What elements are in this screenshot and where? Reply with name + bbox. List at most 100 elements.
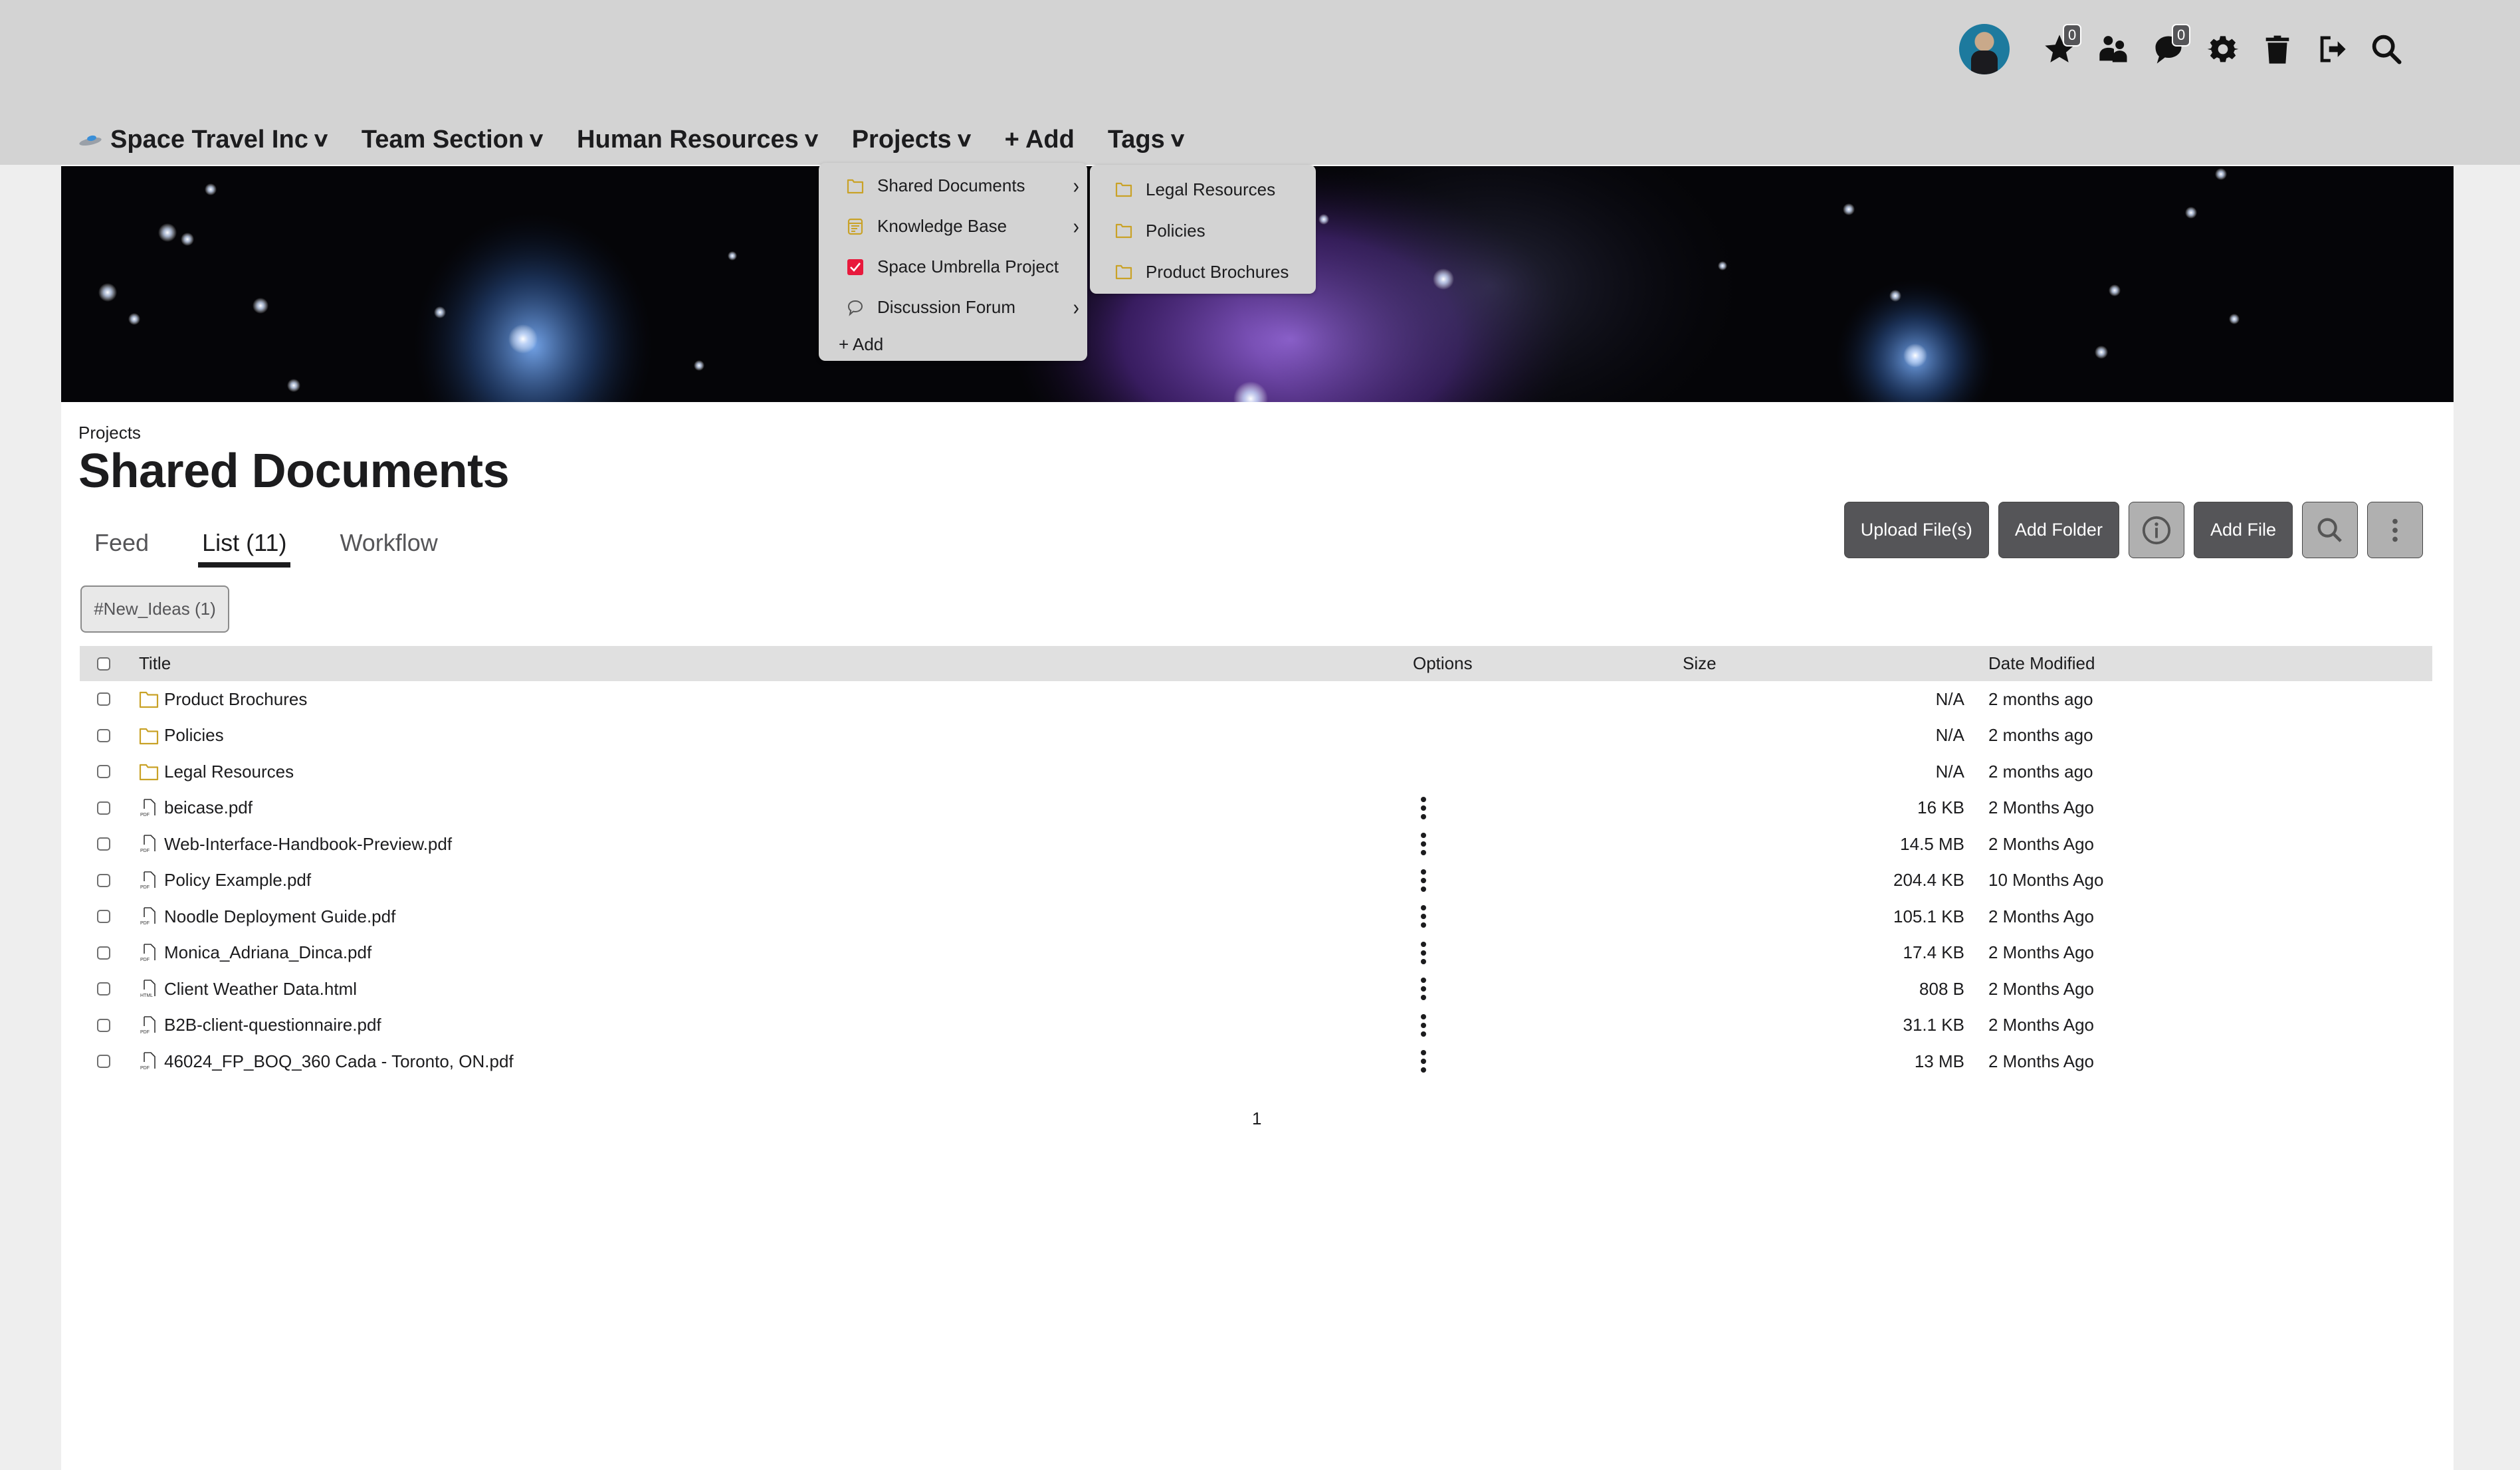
- user-toolbar: 0 0: [1959, 24, 2414, 74]
- table-row[interactable]: Policies N/A 2 months ago: [80, 718, 2432, 754]
- row-title[interactable]: 46024_FP_BOQ_360 Cada - Toronto, ON.pdf: [164, 1051, 514, 1072]
- row-checkbox[interactable]: [97, 692, 110, 706]
- menu-item-space-umbrella-project[interactable]: Space Umbrella Project: [819, 247, 1087, 287]
- row-size: N/A: [1935, 725, 1964, 746]
- upload-files-button[interactable]: Upload File(s): [1843, 502, 1989, 558]
- table-row[interactable]: PDF Web-Interface-Handbook-Preview.pdf 14.…: [80, 826, 2432, 863]
- menu-item-discussion-forum[interactable]: Discussion Forum ›: [819, 287, 1087, 328]
- row-title[interactable]: Client Weather Data.html: [164, 979, 357, 999]
- nav-space-travel-inc[interactable]: Space Travel Inc ∨: [78, 125, 330, 154]
- row-title-cell[interactable]: PDF Monica_Adriana_Dinca.pdf: [139, 942, 371, 963]
- row-title[interactable]: Web-Interface-Handbook-Preview.pdf: [164, 834, 452, 855]
- row-title[interactable]: Policy Example.pdf: [164, 870, 311, 891]
- menu-item-add[interactable]: + Add: [819, 328, 1087, 361]
- table-row[interactable]: HTML Client Weather Data.html 808 B 2 Month…: [80, 971, 2432, 1007]
- row-title-cell[interactable]: PDF B2B-client-questionnaire.pdf: [139, 1015, 381, 1035]
- row-options-kebab-icon[interactable]: [1419, 869, 1427, 892]
- row-title-cell[interactable]: Policies: [139, 725, 224, 746]
- column-header-date-modified[interactable]: Date Modified: [1988, 653, 2095, 674]
- search-documents-button[interactable]: [2302, 502, 2358, 558]
- submenu-item-label: Policies: [1146, 220, 1206, 241]
- row-title[interactable]: beicase.pdf: [164, 797, 253, 818]
- row-title[interactable]: Product Brochures: [164, 689, 307, 710]
- row-title-cell[interactable]: Legal Resources: [139, 762, 294, 782]
- row-title-cell[interactable]: PDF Policy Example.pdf: [139, 870, 311, 891]
- row-title[interactable]: B2B-client-questionnaire.pdf: [164, 1015, 381, 1035]
- breadcrumb[interactable]: Projects: [78, 423, 141, 443]
- row-title[interactable]: Policies: [164, 725, 224, 746]
- menu-item-shared-documents[interactable]: Shared Documents ›: [819, 165, 1087, 206]
- row-options-kebab-icon[interactable]: [1419, 905, 1427, 928]
- folder-icon: [139, 689, 159, 709]
- tab-workflow[interactable]: Workflow: [340, 529, 437, 564]
- nav-team-section[interactable]: Team Section ∨: [362, 126, 546, 154]
- pagination-page[interactable]: 1: [1252, 1108, 1261, 1129]
- row-title-cell[interactable]: Product Brochures: [139, 689, 307, 710]
- row-options-kebab-icon[interactable]: [1419, 941, 1427, 964]
- table-row[interactable]: PDF 46024_FP_BOQ_360 Cada - Toronto, ON.p…: [80, 1043, 2432, 1080]
- row-title[interactable]: Monica_Adriana_Dinca.pdf: [164, 942, 371, 963]
- row-options-kebab-icon[interactable]: [1419, 1050, 1427, 1073]
- messages-button[interactable]: 0: [2141, 24, 2196, 74]
- menu-item-knowledge-base[interactable]: Knowledge Base ›: [819, 206, 1087, 247]
- trash-icon: [2265, 35, 2289, 64]
- submenu-item-product-brochures[interactable]: Product Brochures: [1090, 251, 1316, 292]
- row-checkbox[interactable]: [97, 946, 110, 960]
- row-checkbox[interactable]: [97, 1055, 110, 1069]
- row-checkbox[interactable]: [97, 728, 110, 742]
- row-checkbox[interactable]: [97, 873, 110, 887]
- svg-text:PDF: PDF: [140, 813, 150, 817]
- row-title-cell[interactable]: PDF 46024_FP_BOQ_360 Cada - Toronto, ON.p…: [139, 1051, 514, 1072]
- table-row[interactable]: Legal Resources N/A 2 months ago: [80, 754, 2432, 790]
- people-button[interactable]: [2087, 24, 2141, 74]
- row-title-cell[interactable]: PDF Web-Interface-Handbook-Preview.pdf: [139, 834, 452, 855]
- row-checkbox[interactable]: [97, 982, 110, 996]
- global-search-button[interactable]: [2359, 24, 2414, 74]
- row-title-cell[interactable]: HTML Client Weather Data.html: [139, 979, 357, 999]
- settings-button[interactable]: [2196, 24, 2250, 74]
- tab-feed[interactable]: Feed: [94, 529, 149, 564]
- row-title-cell[interactable]: PDF Noodle Deployment Guide.pdf: [139, 906, 395, 927]
- submenu-item-policies[interactable]: Policies: [1090, 210, 1316, 251]
- avatar[interactable]: [1959, 24, 2010, 74]
- logout-button[interactable]: [2305, 24, 2359, 74]
- nav-add[interactable]: + Add: [1005, 126, 1075, 154]
- row-title[interactable]: Legal Resources: [164, 762, 294, 782]
- nav-tags[interactable]: Tags ∨: [1108, 126, 1187, 154]
- tab-list[interactable]: List (11): [198, 529, 291, 568]
- row-options-kebab-icon[interactable]: [1419, 1013, 1427, 1037]
- nav-label: Space Travel Inc: [110, 125, 308, 154]
- table-row[interactable]: PDF Policy Example.pdf 204.4 KB 10 Months A…: [80, 863, 2432, 899]
- row-title-cell[interactable]: PDF beicase.pdf: [139, 797, 253, 818]
- trash-button[interactable]: [2250, 24, 2305, 74]
- row-checkbox[interactable]: [97, 801, 110, 815]
- tag-filter-new-ideas[interactable]: #New_Ideas (1): [80, 585, 229, 633]
- more-options-button[interactable]: [2367, 502, 2423, 558]
- info-button[interactable]: [2128, 502, 2184, 558]
- row-title[interactable]: Noodle Deployment Guide.pdf: [164, 906, 395, 927]
- column-header-title[interactable]: Title: [139, 653, 171, 674]
- add-folder-button[interactable]: Add Folder: [1998, 502, 2119, 558]
- pdf-file-icon: PDF: [139, 1051, 159, 1071]
- row-checkbox[interactable]: [97, 765, 110, 779]
- table-row[interactable]: PDF Noodle Deployment Guide.pdf 105.1 KB 2 …: [80, 898, 2432, 935]
- row-checkbox[interactable]: [97, 837, 110, 851]
- row-checkbox[interactable]: [97, 1018, 110, 1032]
- table-row[interactable]: PDF B2B-client-questionnaire.pdf 31.1 KB 2 …: [80, 1007, 2432, 1044]
- add-file-button[interactable]: Add File: [2193, 502, 2293, 558]
- nav-human-resources[interactable]: Human Resources ∨: [577, 126, 821, 154]
- chevron-down-icon: ∨: [954, 128, 974, 151]
- nav-projects[interactable]: Projects ∨: [852, 126, 974, 154]
- table-row[interactable]: PDF beicase.pdf 16 KB 2 Months Ago: [80, 790, 2432, 827]
- row-options-kebab-icon[interactable]: [1419, 833, 1427, 856]
- submenu-item-legal-resources[interactable]: Legal Resources: [1090, 169, 1316, 210]
- table-row[interactable]: Product Brochures N/A 2 months ago: [80, 681, 2432, 718]
- table-row[interactable]: PDF Monica_Adriana_Dinca.pdf 17.4 KB 2 Mont…: [80, 935, 2432, 972]
- row-checkbox[interactable]: [97, 910, 110, 924]
- row-options-kebab-icon[interactable]: [1419, 978, 1427, 1001]
- select-all-checkbox[interactable]: [97, 657, 110, 671]
- favorites-button[interactable]: 0: [2032, 24, 2087, 74]
- column-header-size[interactable]: Size: [1683, 653, 1717, 674]
- row-options-kebab-icon[interactable]: [1419, 796, 1427, 819]
- pdf-file-icon: PDF: [139, 871, 159, 891]
